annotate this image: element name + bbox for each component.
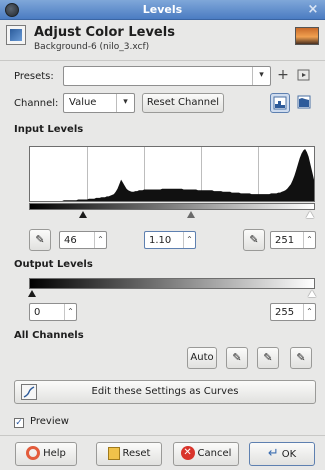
input-gradient-bar <box>29 203 315 210</box>
input-gamma-spinner[interactable]: 1.10 ⌃ <box>144 231 196 249</box>
histogram-shape <box>30 149 314 201</box>
dialog-title: Adjust Color Levels <box>34 25 175 40</box>
output-high-spinner[interactable]: 255 ⌃ <box>270 303 316 321</box>
all-channels-heading: All Channels <box>14 330 84 341</box>
edit-as-curves-button[interactable]: Edit these Settings as Curves <box>14 380 316 404</box>
preview-label: Preview <box>30 416 69 427</box>
dialog-subtitle: Background-6 (nilo_3.xcf) <box>34 42 150 52</box>
input-gamma-slider[interactable] <box>187 211 195 218</box>
chevron-down-icon[interactable]: ▾ <box>116 94 134 112</box>
output-high-value: 255 <box>275 307 295 318</box>
help-lifebuoy-icon <box>26 446 41 460</box>
input-low-spinner[interactable]: 46 ⌃ <box>59 231 107 249</box>
histogram-view[interactable] <box>29 146 315 202</box>
footer-divider <box>0 435 325 436</box>
input-low-value: 46 <box>64 235 77 246</box>
presets-label: Presets: <box>14 71 54 82</box>
spinner-arrows-icon[interactable]: ⌃ <box>94 232 106 248</box>
log-histogram-icon <box>297 95 311 109</box>
levels-tool-icon <box>6 25 26 45</box>
input-levels-heading: Input Levels <box>14 124 84 135</box>
spinner-arrows-icon[interactable]: ⌃ <box>303 232 315 248</box>
linear-histogram-icon <box>273 96 287 110</box>
all-pick-white-button[interactable]: ✎ <box>290 347 312 369</box>
spinner-arrows-icon[interactable]: ⌃ <box>303 304 315 320</box>
input-high-spinner[interactable]: 251 ⌃ <box>270 231 316 249</box>
cancel-icon: ✕ <box>180 446 195 460</box>
all-pick-gray-button[interactable]: ✎ <box>257 347 279 369</box>
curves-icon <box>21 384 37 400</box>
channel-value: Value <box>69 97 97 108</box>
edit-as-curves-label: Edit these Settings as Curves <box>91 386 239 397</box>
eyedropper-white-icon: ✎ <box>296 351 306 364</box>
output-low-slider[interactable] <box>28 290 36 297</box>
log-histogram-button[interactable] <box>294 93 314 113</box>
input-high-slider[interactable] <box>306 211 314 218</box>
eyedropper-black-icon: ✎ <box>232 351 242 364</box>
ok-label: OK <box>281 449 297 460</box>
output-levels-heading: Output Levels <box>14 259 93 270</box>
help-label: Help <box>43 448 66 459</box>
output-gradient-bar <box>29 278 315 289</box>
presets-combo[interactable]: ▾ <box>63 66 271 86</box>
dialog-header: Adjust Color Levels Background-6 (nilo_3… <box>0 21 325 59</box>
pick-white-point-button[interactable]: ✎ <box>243 229 265 251</box>
input-high-value: 251 <box>275 235 295 246</box>
spinner-arrows-icon[interactable]: ⌃ <box>64 304 76 320</box>
reset-channel-button[interactable]: Reset Channel <box>142 93 224 113</box>
image-thumbnail <box>295 27 319 45</box>
eyedropper-white-icon: ✎ <box>249 233 259 246</box>
ok-arrow-icon: ↵ <box>267 446 279 461</box>
eyedropper-gray-icon: ✎ <box>263 351 273 364</box>
ok-button[interactable]: ↵ OK <box>249 442 315 466</box>
close-window-icon[interactable]: × <box>305 2 321 18</box>
cancel-label: Cancel <box>197 448 232 459</box>
output-high-slider[interactable] <box>308 290 316 297</box>
menu-triangle-icon <box>297 69 310 81</box>
histogram-plot <box>30 149 314 201</box>
window-titlebar: Levels × <box>0 0 325 20</box>
eyedropper-black-icon: ✎ <box>35 233 45 246</box>
preview-checkbox[interactable]: ✓ <box>14 418 24 428</box>
all-pick-black-button[interactable]: ✎ <box>226 347 248 369</box>
channel-combo[interactable]: Value ▾ <box>63 93 135 113</box>
add-preset-icon[interactable]: + <box>274 67 292 85</box>
linear-histogram-button[interactable] <box>270 93 290 113</box>
spinner-arrows-icon[interactable]: ⌃ <box>183 232 195 248</box>
channel-label: Channel: <box>14 98 59 109</box>
auto-levels-button[interactable]: Auto <box>187 347 217 369</box>
output-low-spinner[interactable]: 0 ⌃ <box>29 303 77 321</box>
reset-button[interactable]: Reset <box>96 442 162 466</box>
input-low-slider[interactable] <box>79 211 87 218</box>
help-button[interactable]: Help <box>15 442 77 466</box>
window-title: Levels <box>142 3 183 16</box>
reset-label: Reset <box>122 448 151 459</box>
header-divider <box>0 60 325 61</box>
cancel-button[interactable]: ✕ Cancel <box>173 442 239 466</box>
presets-menu-icon[interactable] <box>297 68 311 82</box>
output-low-value: 0 <box>34 307 41 318</box>
input-gamma-value: 1.10 <box>149 235 172 246</box>
pick-black-point-button[interactable]: ✎ <box>29 229 51 251</box>
chevron-down-icon[interactable]: ▾ <box>252 67 270 85</box>
reset-icon <box>107 446 120 460</box>
